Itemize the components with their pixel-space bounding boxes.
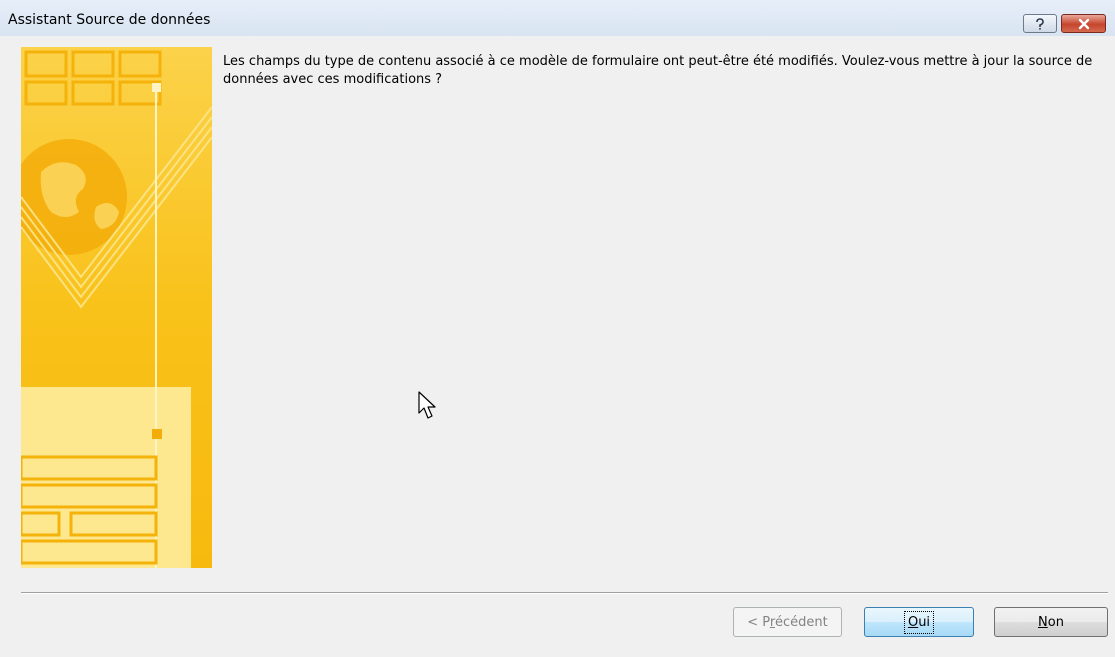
no-button[interactable]: Non: [994, 607, 1108, 637]
yes-button[interactable]: Oui: [864, 607, 974, 637]
no-button-label: Non: [1038, 614, 1064, 630]
message-text: Les champs du type de contenu associé à …: [223, 54, 1093, 87]
title-bar: Assistant Source de données: [0, 0, 1115, 36]
help-icon: [1036, 17, 1044, 30]
help-button[interactable]: [1023, 14, 1057, 33]
previous-button-label: < Précédent: [747, 614, 828, 630]
window-title: Assistant Source de données: [8, 12, 211, 28]
close-button[interactable]: [1061, 14, 1106, 33]
mouse-cursor: [418, 391, 440, 425]
previous-button[interactable]: < Précédent: [733, 607, 842, 637]
close-icon: [1078, 18, 1089, 29]
yes-button-label: Oui: [903, 610, 935, 634]
arrow-cursor-icon: [418, 391, 436, 419]
wizard-illustration-icon: [21, 47, 212, 568]
footer-separator: [21, 592, 1108, 594]
wizard-sidebar-illustration: [21, 47, 212, 568]
